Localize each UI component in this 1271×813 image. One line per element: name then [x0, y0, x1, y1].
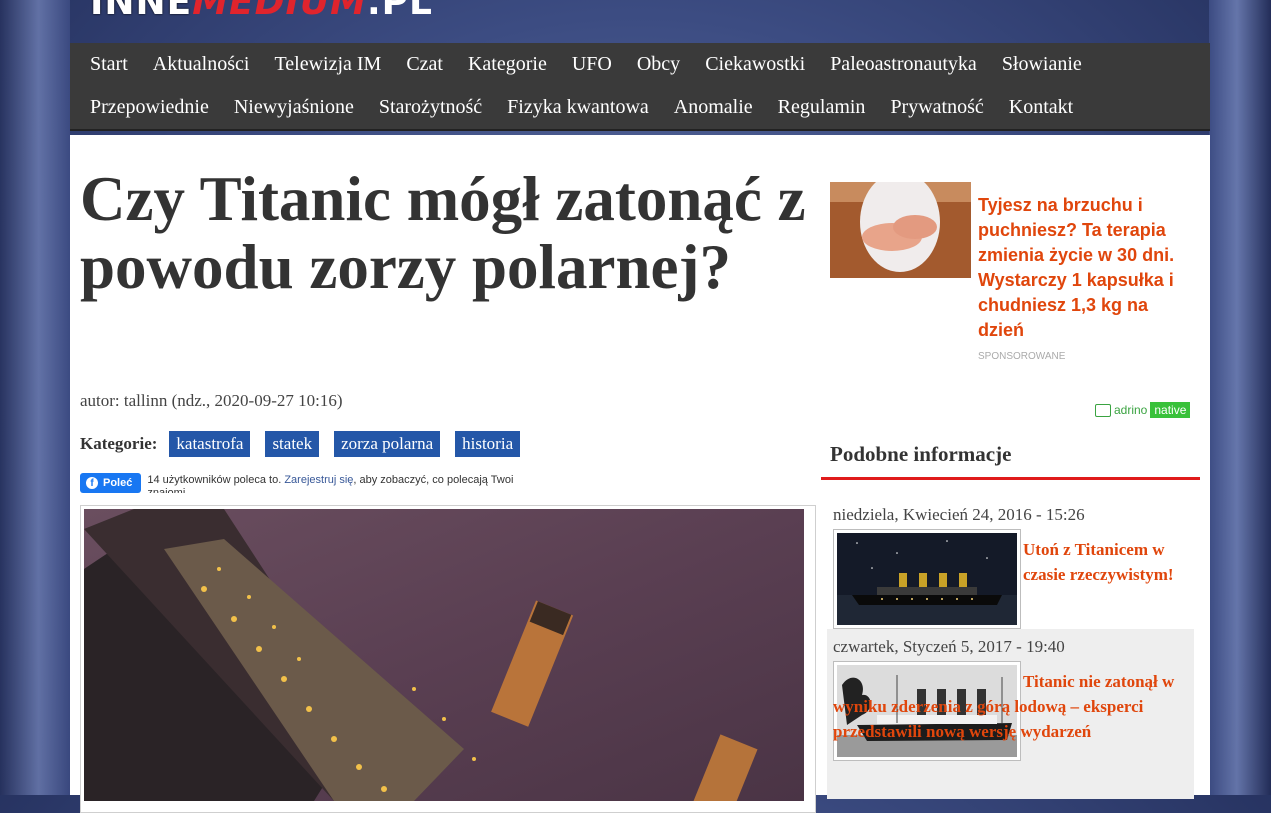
background-left — [0, 0, 70, 795]
titanic-night-thumbnail — [837, 533, 1017, 625]
titanic-sinking-illustration — [84, 509, 804, 809]
nav-item-regulamin[interactable]: Regulamin — [768, 86, 881, 129]
similar-item: czwartek, Styczeń 5, 2017 - 19:40 Titani… — [827, 629, 1194, 799]
facebook-like-text: 14 użytkowników poleca to. Zarejestruj s… — [147, 474, 530, 493]
logo-text-1: INNE — [90, 0, 192, 20]
tag-katastrofa[interactable]: katastrofa — [169, 431, 251, 457]
belly-photo — [830, 182, 971, 278]
nav-item-starozytnosc[interactable]: Starożytność — [369, 86, 497, 129]
nav-item-czat[interactable]: Czat — [396, 43, 458, 86]
facebook-like-widget: f Poleć 14 użytkowników poleca to. Zarej… — [80, 473, 530, 493]
similar-item: niedziela, Kwiecień 24, 2016 - 15:26 Uto… — [827, 497, 1194, 629]
facebook-like-button[interactable]: f Poleć — [80, 473, 142, 493]
article-title: Czy Titanic mógł zatonąć z powodu zorzy … — [80, 164, 806, 302]
logo-text-3: .PL — [367, 0, 433, 20]
nav-item-anomalie[interactable]: Anomalie — [664, 86, 768, 129]
facebook-count-text: 14 użytkowników poleca to. — [147, 474, 285, 486]
sponsored-label: SPONSOROWANE — [978, 351, 1066, 362]
article-meta: autor: tallinn (ndz., 2020-09-27 10:16) — [80, 391, 343, 410]
native-text: native — [1150, 401, 1191, 418]
article-hero-image — [80, 505, 816, 813]
content-area: Czy Titanic mógł zatonąć z powodu zorzy … — [70, 135, 1210, 813]
tag-statek[interactable]: statek — [265, 431, 320, 457]
similar-item-thumbnail[interactable] — [833, 529, 1021, 629]
nav-item-fizyka-kwantowa[interactable]: Fizyka kwantowa — [497, 86, 664, 129]
nav-item-kontakt[interactable]: Kontakt — [999, 86, 1088, 129]
nav-item-start[interactable]: Start — [80, 43, 143, 86]
nav-item-przepowiednie[interactable]: Przepowiednie — [80, 86, 224, 129]
site-logo[interactable]: INNEMEDIUM.PL — [90, 0, 433, 20]
similar-item-title[interactable]: Titanic nie zatonął w wyniku zderzenia z… — [833, 669, 1183, 744]
similar-item-date: czwartek, Styczeń 5, 2017 - 19:40 — [833, 637, 1065, 656]
similar-item-date: niedziela, Kwiecień 24, 2016 - 15:26 — [833, 505, 1085, 524]
nav-item-telewizja[interactable]: Telewizja IM — [264, 43, 396, 86]
nav-item-aktualnosci[interactable]: Aktualności — [143, 43, 265, 86]
facebook-register-link[interactable]: Zarejestruj się — [284, 474, 353, 486]
nav-item-ciekawostki[interactable]: Ciekawostki — [695, 43, 820, 86]
facebook-like-label: Poleć — [103, 477, 133, 489]
facebook-icon: f — [86, 477, 98, 489]
background-right — [1209, 0, 1271, 795]
main-navigation: Start Aktualności Telewizja IM Czat Kate… — [70, 43, 1210, 129]
nav-item-prywatnosc[interactable]: Prywatność — [880, 86, 998, 129]
adrino-text: adrino — [1094, 403, 1147, 417]
nav-item-paleoastronautyka[interactable]: Paleoastronautyka — [820, 43, 992, 86]
logo-text-2: MEDIUM — [192, 0, 367, 20]
categories-label: Kategorie: — [80, 434, 158, 453]
nav-item-niewyjasnione[interactable]: Niewyjaśnione — [224, 86, 369, 129]
tag-historia[interactable]: historia — [455, 431, 521, 457]
similar-item-title[interactable]: Utoń z Titanicem w czasie rzeczywistym! — [1023, 537, 1183, 587]
nav-item-kategorie[interactable]: Kategorie — [458, 43, 562, 86]
similar-divider — [821, 477, 1200, 480]
sponsored-title[interactable]: Tyjesz na brzuchu i puchniesz? Ta terapi… — [978, 193, 1188, 343]
nav-item-ufo[interactable]: UFO — [562, 43, 627, 86]
nav-item-slowianie[interactable]: Słowianie — [992, 43, 1097, 86]
tag-zorza-polarna[interactable]: zorza polarna — [334, 431, 441, 457]
article-categories: Kategorie: katastrofa statek zorza polar… — [80, 431, 535, 457]
adrino-native-badge[interactable]: adrino native — [1094, 400, 1195, 419]
similar-heading: Podobne informacje — [830, 442, 1012, 466]
nav-item-obcy[interactable]: Obcy — [627, 43, 695, 86]
sponsored-image[interactable] — [830, 182, 971, 278]
